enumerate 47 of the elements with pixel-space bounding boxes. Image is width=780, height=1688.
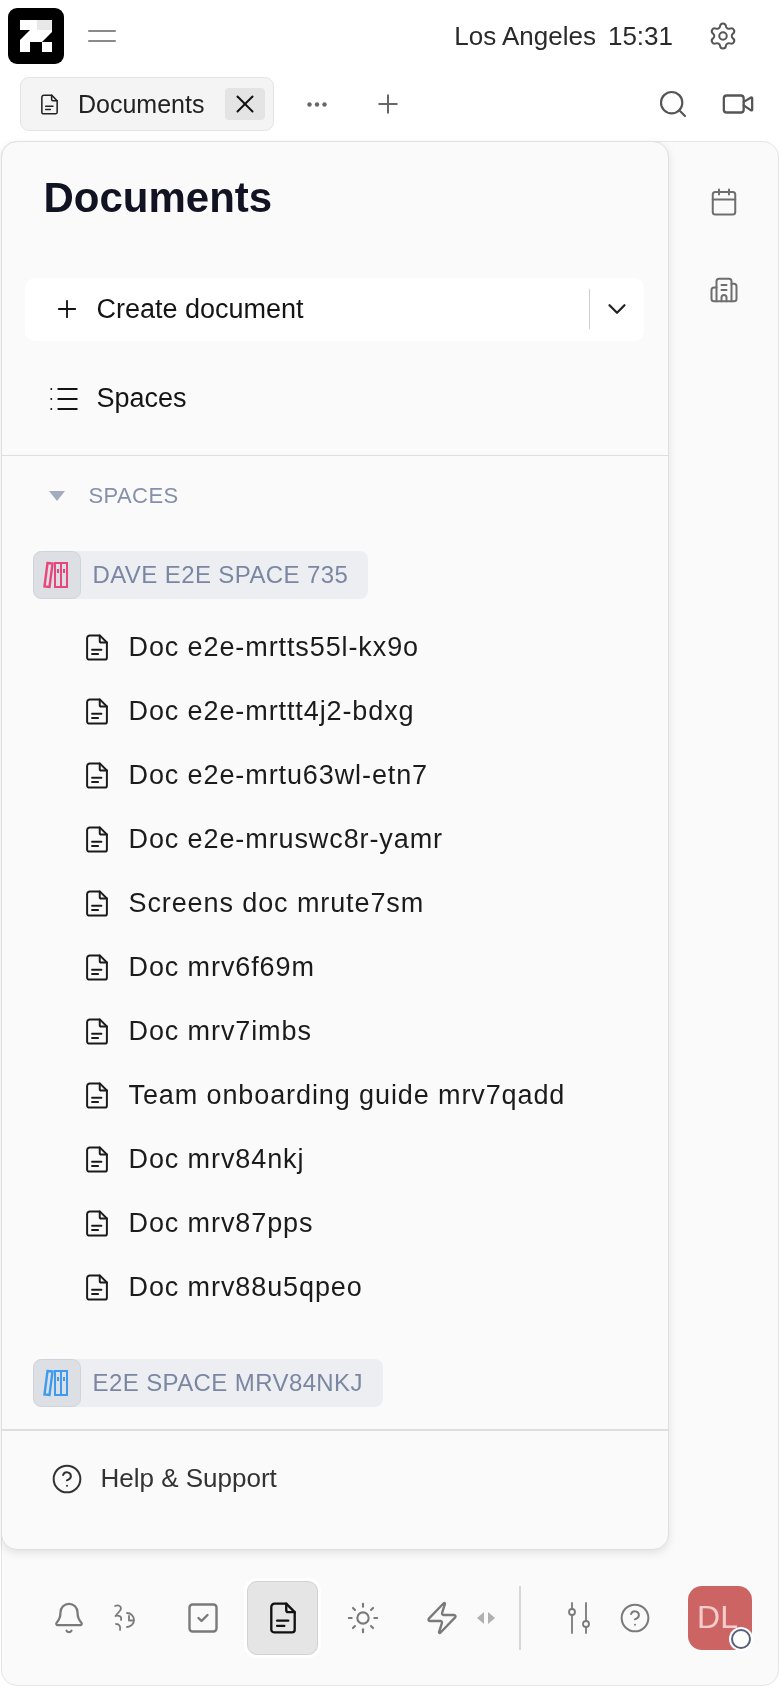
document-icon [85,825,108,853]
help-icon [618,1601,651,1634]
close-tab-button[interactable] [225,88,265,120]
tab[interactable]: Documents [20,77,274,131]
document-item[interactable]: Doc mrv87pps [85,1191,318,1255]
time-label: 15:31 [607,20,673,52]
panel-title: Documents [43,173,273,222]
documents-button[interactable] [247,1580,318,1655]
document-item[interactable]: Doc e2e-mrtu63wl-etn7 [85,743,433,807]
document-icon [85,697,108,725]
menu-icon [87,29,117,43]
document-icon [85,1017,108,1045]
document-item[interactable]: Doc mrv88u5qpeo [85,1255,367,1319]
document-icon [85,1081,108,1109]
document-item[interactable]: Doc mrv6f69m [85,935,319,999]
document-icon [269,1601,296,1634]
settings-icon [708,21,738,51]
document-item[interactable]: Doc mrv84nkj [85,1127,309,1191]
ellipsis-icon [307,101,327,107]
document-icon [85,953,108,981]
building-icon [708,275,739,305]
help-icon [50,1462,83,1495]
document-icon [85,1209,108,1237]
left-right-arrows-icon [476,1610,496,1625]
document-icon [85,633,108,661]
books-icon [32,551,81,599]
bell-icon [52,1600,86,1635]
document-item[interactable]: Screens doc mrute7sm [85,871,429,935]
document-item[interactable]: Doc mrv7imbs [85,999,316,1063]
document-icon [85,761,108,789]
document-icon [85,1273,108,1301]
sun-icon [346,1600,380,1635]
document-item[interactable]: Doc e2e-mrttt4j2-bdxg [85,679,419,743]
logo-icon[interactable] [8,8,64,64]
lightning-icon [424,1599,460,1636]
document-icon [85,1145,108,1173]
document-icon [85,889,108,917]
document-icon [41,93,58,115]
sliders-icon [565,1601,592,1634]
search-icon [657,88,689,120]
document-item[interactable]: Team onboarding guide mrv7qadd [85,1063,570,1127]
document-item[interactable]: Doc e2e-mruswc8r-yamr [85,807,447,871]
document-item[interactable]: Doc e2e-mrtts55l-kx9o [85,615,423,679]
help-support-link[interactable]: Help & Support [50,1458,281,1499]
books-icon [32,1359,81,1407]
location-label: Los Angeles [454,20,596,52]
nav-item[interactable]: Spaces [46,374,191,423]
